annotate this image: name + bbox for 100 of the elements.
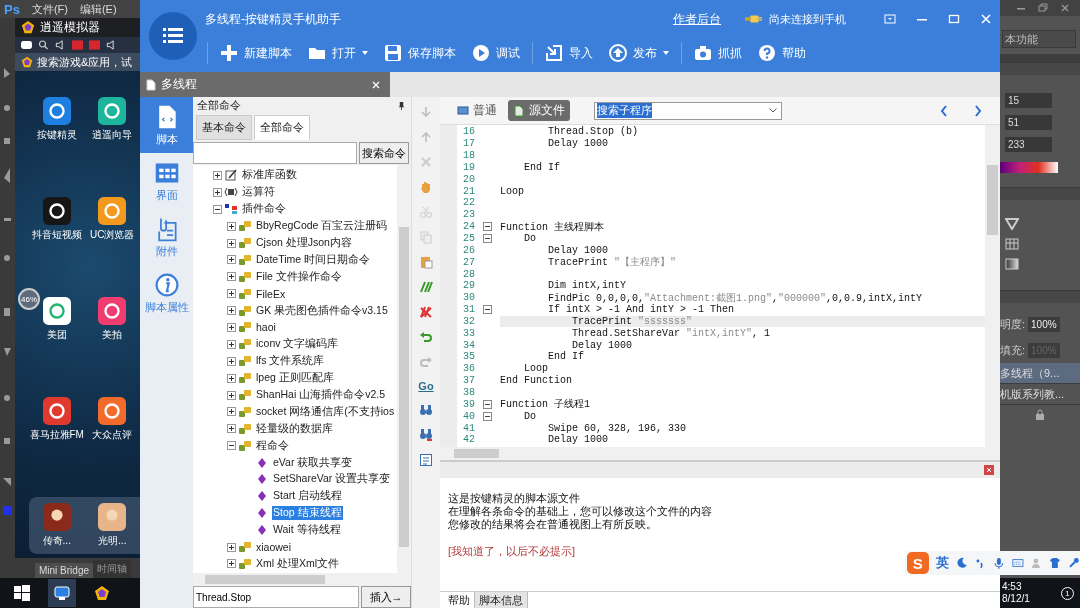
- expander-icon[interactable]: [227, 339, 236, 349]
- tree-item[interactable]: File 文件操作命令: [255, 269, 343, 284]
- expander-icon[interactable]: [227, 407, 236, 417]
- panel-tab[interactable]: Mini Bridge: [35, 563, 94, 578]
- tree-item[interactable]: Stop 结束线程: [272, 506, 343, 521]
- expander-icon[interactable]: [227, 373, 236, 383]
- expander-icon[interactable]: [227, 255, 236, 265]
- expander-icon[interactable]: [227, 542, 236, 552]
- nav-item[interactable]: 附件: [140, 209, 193, 265]
- collapse-icon[interactable]: [483, 222, 492, 232]
- expander-icon[interactable]: [227, 221, 236, 231]
- list-icon[interactable]: [419, 453, 433, 467]
- insert-button[interactable]: 插入→: [361, 586, 411, 608]
- expander-icon[interactable]: [227, 441, 236, 451]
- restore-icon[interactable]: [1038, 3, 1048, 13]
- badge-icon[interactable]: [72, 39, 83, 50]
- collapse-icon[interactable]: [483, 411, 492, 421]
- nav-item[interactable]: 脚本属性: [140, 265, 193, 321]
- toolbar-button[interactable]: 导入: [539, 41, 599, 65]
- tree-item[interactable]: Cjson 处理Json内容: [255, 236, 353, 250]
- app-icon[interactable]: [42, 197, 71, 225]
- badge-icon[interactable]: [89, 39, 100, 50]
- tree-item[interactable]: 程命令: [255, 438, 290, 453]
- expander-icon[interactable]: [227, 424, 236, 434]
- tree-item[interactable]: FileEx: [255, 287, 287, 300]
- search-field[interactable]: 搜索游戏&应用，试: [15, 53, 140, 71]
- expander-icon[interactable]: [227, 559, 236, 569]
- collapse-icon[interactable]: [483, 305, 492, 315]
- tree-item[interactable]: lpeg 正则匹配库: [255, 371, 335, 386]
- nav-item[interactable]: 界面: [140, 153, 193, 209]
- pentagon-app-icon[interactable]: [94, 585, 110, 601]
- shirt-icon[interactable]: [1049, 557, 1062, 569]
- moon-icon[interactable]: [955, 557, 968, 569]
- document-tab[interactable]: 多线程: [140, 72, 390, 97]
- toolbar-button[interactable]: 保存脚本: [378, 41, 462, 65]
- color-ramp[interactable]: [1000, 162, 1058, 173]
- gradient-icon[interactable]: [1005, 258, 1019, 270]
- layer-row[interactable]: 多线程（9...: [1000, 363, 1080, 384]
- tree-item[interactable]: socket 网络通信库(不支持ios: [255, 404, 396, 419]
- back-icon[interactable]: [940, 104, 948, 117]
- undo-icon[interactable]: [419, 330, 433, 344]
- uncomment-icon[interactable]: [419, 305, 433, 319]
- dropdown-icon[interactable]: [884, 13, 896, 25]
- scrollbar[interactable]: [985, 125, 1000, 447]
- color-value-field[interactable]: 15: [1005, 93, 1052, 108]
- tree-item[interactable]: 轻量级的数据库: [255, 421, 334, 436]
- tree-item[interactable]: Wait 等待线程: [272, 523, 342, 538]
- nav-item[interactable]: 脚本: [140, 97, 193, 153]
- toolbar-button[interactable]: 新建脚本: [214, 41, 298, 65]
- microphone-icon[interactable]: [993, 557, 1005, 569]
- tab[interactable]: 全部命令: [254, 115, 310, 140]
- search-field[interactable]: [193, 142, 357, 164]
- go-button[interactable]: Go: [418, 380, 434, 392]
- color-value-field[interactable]: 233: [1005, 137, 1052, 152]
- tree-item[interactable]: haoi: [255, 321, 277, 334]
- menu-item[interactable]: 文件(F): [31, 1, 68, 17]
- expander-icon[interactable]: [227, 306, 236, 316]
- tree-item[interactable]: 插件命令: [241, 202, 287, 217]
- collapse-icon[interactable]: [483, 234, 492, 243]
- subroutine-dropdown[interactable]: 搜索子程序: [594, 101, 782, 120]
- expander-icon[interactable]: [227, 322, 236, 332]
- chat-icon[interactable]: [21, 39, 32, 50]
- language-mode[interactable]: 英: [935, 554, 949, 572]
- expander-icon[interactable]: [227, 289, 236, 299]
- expander-icon[interactable]: [227, 356, 236, 366]
- search-icon[interactable]: [38, 39, 49, 50]
- expander-icon[interactable]: [227, 238, 236, 248]
- toolbar-button[interactable]: 发布: [603, 41, 675, 65]
- forward-icon[interactable]: [974, 104, 982, 117]
- tab[interactable]: 基本命令: [196, 115, 252, 140]
- scrollbar[interactable]: [397, 165, 411, 573]
- app-icon[interactable]: [42, 97, 71, 125]
- expander-icon[interactable]: [213, 187, 222, 197]
- app-icon[interactable]: [98, 97, 127, 125]
- toolbar-button[interactable]: 抓抓: [688, 41, 748, 65]
- app-icon[interactable]: [98, 397, 127, 425]
- layer-row[interactable]: 机版系列教...: [1000, 384, 1080, 405]
- tree-item[interactable]: 运算符: [241, 185, 276, 200]
- app-icon[interactable]: [98, 503, 127, 531]
- tree-item[interactable]: iconv 文字编码库: [255, 337, 340, 352]
- tree-item[interactable]: GK 果壳图色插件命令v3.15: [255, 303, 389, 318]
- close-icon[interactable]: [984, 465, 994, 475]
- grid-icon[interactable]: [1005, 238, 1019, 250]
- dismiss-link[interactable]: [我知道了，以后不必提示]: [448, 544, 576, 559]
- tree-item[interactable]: DateTime 时间日期命令: [255, 252, 372, 267]
- collapse-icon[interactable]: [483, 399, 492, 409]
- color-value-field[interactable]: 51: [1005, 115, 1052, 130]
- menu-button[interactable]: [149, 12, 197, 60]
- tree-item[interactable]: SetShareVar 设置共享变: [272, 472, 392, 487]
- windows-start-icon[interactable]: [14, 585, 30, 601]
- toolbar-button[interactable]: 帮助: [752, 41, 812, 65]
- keyboard-icon[interactable]: [1011, 557, 1024, 569]
- close-icon[interactable]: [1060, 3, 1070, 13]
- tree-item[interactable]: Start 启动线程: [272, 489, 344, 504]
- comment-icon[interactable]: [419, 280, 433, 294]
- search-button[interactable]: 搜索命令: [359, 142, 409, 164]
- toolbar-button[interactable]: 打开: [302, 41, 374, 65]
- view-tab[interactable]: 源文件: [508, 100, 570, 121]
- expander-icon[interactable]: [213, 170, 222, 180]
- expander-icon[interactable]: [227, 272, 236, 282]
